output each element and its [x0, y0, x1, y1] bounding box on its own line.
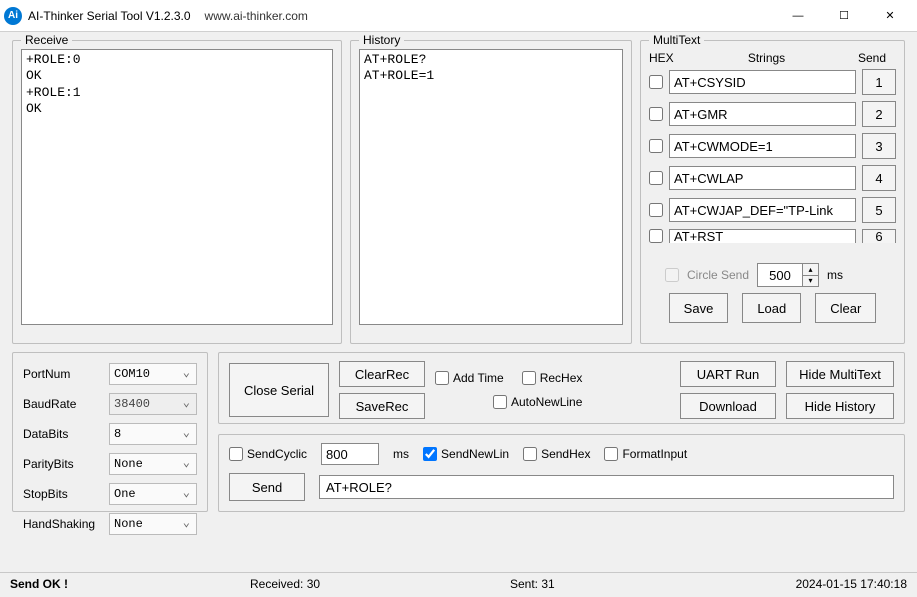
multitext-string-input[interactable]: [669, 70, 856, 94]
multitext-string-input[interactable]: [669, 102, 856, 126]
multitext-hex-checkbox[interactable]: [649, 203, 663, 217]
window-title: AI-Thinker Serial Tool V1.2.3.0: [28, 9, 191, 23]
stopbits-label: StopBits: [23, 487, 109, 501]
status-received: Received: 30: [250, 577, 510, 591]
multitext-send-button[interactable]: 2: [862, 101, 896, 127]
stopbits-combo[interactable]: One: [109, 483, 197, 505]
multitext-head-send: Send: [848, 51, 896, 65]
multitext-head-strings: Strings: [685, 51, 848, 65]
spin-up-icon[interactable]: ▴: [803, 264, 818, 276]
multitext-send-button[interactable]: 5: [862, 197, 896, 223]
multitext-clear-button[interactable]: Clear: [815, 293, 876, 323]
receive-legend: Receive: [21, 33, 72, 47]
multitext-hex-checkbox[interactable]: [649, 171, 663, 185]
auto-newline-checkbox[interactable]: [493, 395, 507, 409]
multitext-string-input[interactable]: [669, 166, 856, 190]
close-serial-button[interactable]: Close Serial: [229, 363, 329, 417]
minimize-button[interactable]: —: [775, 1, 821, 31]
multitext-row: 3: [649, 133, 896, 159]
handshaking-combo[interactable]: None: [109, 513, 197, 535]
send-newline-label: SendNewLin: [441, 447, 509, 461]
send-newline-checkbox[interactable]: [423, 447, 437, 461]
hide-history-button[interactable]: Hide History: [786, 393, 894, 419]
send-hex-checkbox[interactable]: [523, 447, 537, 461]
uart-run-button[interactable]: UART Run: [680, 361, 776, 387]
multitext-string-input[interactable]: [669, 134, 856, 158]
multitext-row: 4: [649, 165, 896, 191]
port-settings-group: PortNumCOM10 BaudRate38400 DataBits8 Par…: [12, 352, 208, 512]
multitext-send-button[interactable]: 6: [862, 229, 896, 243]
handshaking-label: HandShaking: [23, 517, 109, 531]
multitext-string-input[interactable]: [669, 229, 856, 243]
portnum-combo[interactable]: COM10: [109, 363, 197, 385]
send-cyclic-unit: ms: [393, 447, 409, 461]
multitext-hex-checkbox[interactable]: [649, 75, 663, 89]
close-button[interactable]: ✕: [867, 1, 913, 31]
format-input-label: FormatInput: [622, 447, 687, 461]
circle-send-unit: ms: [827, 268, 843, 282]
multitext-head-hex: HEX: [649, 51, 685, 65]
databits-label: DataBits: [23, 427, 109, 441]
send-button[interactable]: Send: [229, 473, 305, 501]
multitext-group: MultiText HEX Strings Send 1 2: [640, 40, 905, 344]
multitext-hex-checkbox[interactable]: [649, 139, 663, 153]
clear-rec-button[interactable]: ClearRec: [339, 361, 425, 387]
send-cyclic-value[interactable]: [321, 443, 379, 465]
multitext-send-button[interactable]: 4: [862, 165, 896, 191]
multitext-string-input[interactable]: [669, 198, 856, 222]
databits-combo[interactable]: 8: [109, 423, 197, 445]
app-icon: Ai: [4, 7, 22, 25]
multitext-send-button[interactable]: 3: [862, 133, 896, 159]
multitext-row: 5: [649, 197, 896, 223]
paritybits-combo[interactable]: None: [109, 453, 197, 475]
status-bar: Send OK ! Received: 30 Sent: 31 2024-01-…: [0, 572, 917, 594]
maximize-button[interactable]: ☐: [821, 1, 867, 31]
rec-hex-checkbox[interactable]: [522, 371, 536, 385]
circle-send-value[interactable]: [758, 264, 802, 286]
paritybits-label: ParityBits: [23, 457, 109, 471]
control-top-panel: Close Serial ClearRec SaveRec Add Time R…: [218, 352, 905, 424]
multitext-row: 1: [649, 69, 896, 95]
circle-send-spinner[interactable]: ▴▾: [757, 263, 819, 287]
multitext-hex-checkbox[interactable]: [649, 107, 663, 121]
multitext-rows: 1 2 3 4: [649, 69, 896, 261]
history-group: History AT+ROLE? AT+ROLE=1: [350, 40, 632, 344]
baudrate-label: BaudRate: [23, 397, 109, 411]
save-rec-button[interactable]: SaveRec: [339, 393, 425, 419]
history-text[interactable]: AT+ROLE? AT+ROLE=1: [359, 49, 623, 325]
hide-multitext-button[interactable]: Hide MultiText: [786, 361, 894, 387]
multitext-row: 2: [649, 101, 896, 127]
receive-text[interactable]: +ROLE:0 OK +ROLE:1 OK: [21, 49, 333, 325]
status-message: Send OK !: [10, 577, 250, 591]
status-timestamp: 2024-01-15 17:40:18: [796, 577, 907, 591]
portnum-label: PortNum: [23, 367, 109, 381]
circle-send-checkbox[interactable]: [665, 268, 679, 282]
rec-hex-label: RecHex: [540, 371, 583, 385]
download-button[interactable]: Download: [680, 393, 776, 419]
send-cyclic-checkbox[interactable]: [229, 447, 243, 461]
auto-newline-label: AutoNewLine: [511, 395, 582, 409]
command-input[interactable]: [319, 475, 894, 499]
window-url: www.ai-thinker.com: [205, 9, 775, 23]
receive-group: Receive +ROLE:0 OK +ROLE:1 OK: [12, 40, 342, 344]
history-legend: History: [359, 33, 404, 47]
send-cyclic-label: SendCyclic: [247, 447, 307, 461]
spin-down-icon[interactable]: ▾: [803, 276, 818, 287]
multitext-row: 6: [649, 229, 896, 243]
multitext-load-button[interactable]: Load: [742, 293, 801, 323]
multitext-legend: MultiText: [649, 33, 704, 47]
add-time-label: Add Time: [453, 371, 504, 385]
multitext-send-button[interactable]: 1: [862, 69, 896, 95]
add-time-checkbox[interactable]: [435, 371, 449, 385]
titlebar: Ai AI-Thinker Serial Tool V1.2.3.0 www.a…: [0, 0, 917, 32]
control-bottom-panel: SendCyclic ms SendNewLin SendHex FormatI…: [218, 434, 905, 512]
status-sent: Sent: 31: [510, 577, 796, 591]
baudrate-combo[interactable]: 38400: [109, 393, 197, 415]
circle-send-label: Circle Send: [687, 268, 749, 282]
multitext-hex-checkbox[interactable]: [649, 229, 663, 243]
format-input-checkbox[interactable]: [604, 447, 618, 461]
multitext-save-button[interactable]: Save: [669, 293, 729, 323]
send-hex-label: SendHex: [541, 447, 590, 461]
